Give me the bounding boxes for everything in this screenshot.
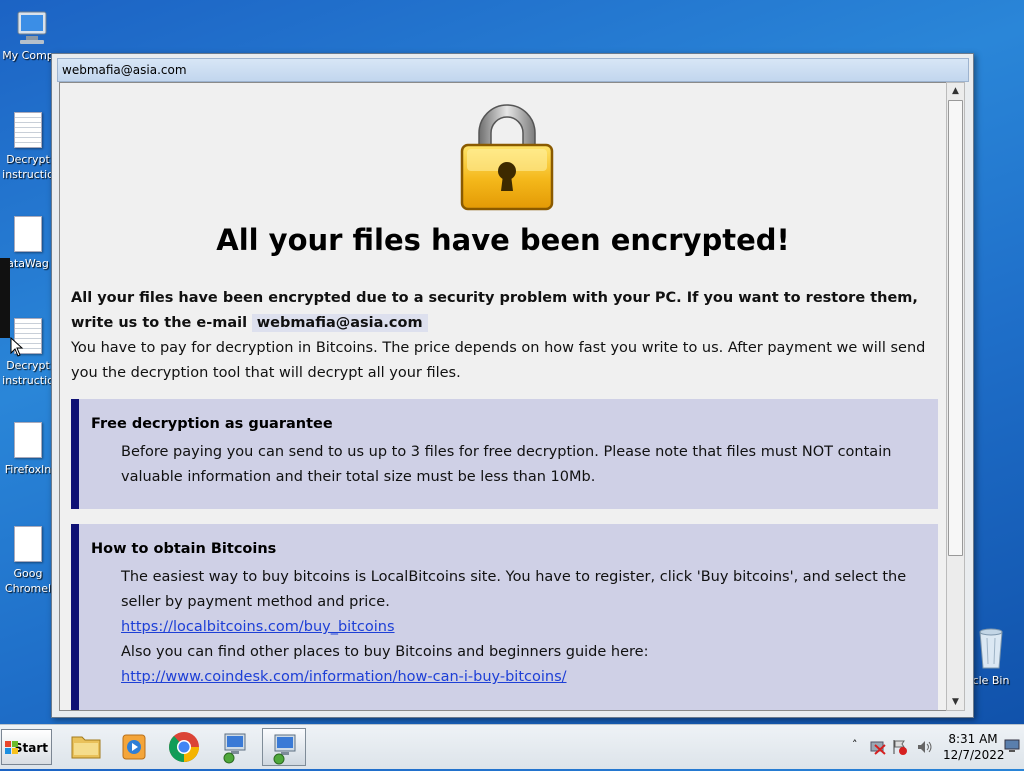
intro-payment-text: You have to pay for decryption in Bitcoi… (71, 340, 926, 381)
desktop-icon-firefox[interactable]: Firefoxln (0, 422, 56, 477)
mouse-cursor-icon (10, 337, 24, 357)
vertical-scrollbar[interactable]: ▲ ▼ (946, 82, 965, 711)
desktop-icon-my-computer[interactable]: My Comp (0, 8, 56, 63)
show-hidden-icons-chevron-icon[interactable]: ˄ (852, 738, 858, 751)
box-body: The easiest way to buy bitcoins is Local… (121, 565, 921, 690)
clock-date: 12/7/2022 (943, 748, 1005, 762)
coindesk-link[interactable]: http://www.coindesk.com/information/how-… (121, 669, 567, 685)
desktop-icon-decrypt-instructions-2[interactable]: Decrypt instructio (0, 318, 56, 388)
recycle-bin-icon (979, 628, 1003, 669)
taskbar-app-1[interactable] (213, 728, 257, 766)
folder-icon (71, 736, 101, 759)
text-document-icon (14, 112, 42, 148)
localbitcoins-link[interactable]: https://localbitcoins.com/buy_bitcoins (121, 619, 395, 635)
intro-bold-text: All your files have been encrypted due t… (71, 290, 918, 331)
intro-paragraph: All your files have been encrypted due t… (71, 286, 933, 386)
scroll-down-arrow-icon[interactable]: ▼ (947, 694, 964, 710)
box-body: Before paying you can send to us up to 3… (121, 444, 892, 485)
media-player-icon (122, 734, 146, 760)
volume-speaker-icon[interactable] (916, 739, 934, 755)
taskbar-explorer[interactable] (64, 728, 108, 766)
ransom-note-content: All your files have been encrypted! All … (59, 82, 947, 711)
network-computer-icon (223, 733, 246, 764)
blank-file-icon (14, 216, 42, 252)
desktop-icon-label: Chromel (4, 582, 52, 595)
box-title: Free decryption as guarantee (91, 416, 333, 432)
desktop-icon-label: My Comp (2, 49, 54, 62)
system-clock[interactable]: 8:31 AM 12/7/2022 (943, 731, 1005, 763)
ransom-note-window: webmafia@asia.com All your files have be… (51, 53, 974, 718)
desktop-icon-label: Decrypt (6, 153, 50, 166)
desktop-icon-label: Decrypt (6, 359, 50, 372)
bitcoin-instructions-text: The easiest way to buy bitcoins is Local… (121, 569, 907, 610)
padlock-icon (459, 97, 555, 213)
desktop-icon-label: instructio (2, 374, 54, 387)
box-title: How to obtain Bitcoins (91, 541, 277, 557)
windows-flag-icon (5, 741, 18, 754)
window-title: webmafia@asia.com (62, 63, 187, 77)
scrollbar-thumb[interactable] (948, 100, 963, 556)
start-label: Start (13, 741, 48, 755)
desktop-icon-google-chrome[interactable]: Goog Chromel (0, 526, 56, 596)
action-center-flag-icon[interactable] (892, 739, 908, 755)
contact-email: webmafia@asia.com (251, 314, 428, 332)
scroll-up-arrow-icon[interactable]: ▲ (947, 83, 964, 99)
desktop-icon-label: instructio (2, 168, 54, 181)
obtain-bitcoins-box: How to obtain Bitcoins The easiest way t… (71, 524, 938, 710)
taskbar-chrome[interactable] (162, 728, 206, 766)
system-tray: ˄ 8:31 AM 12/7/2022 (848, 725, 1024, 769)
chrome-icon (169, 732, 199, 763)
desktop-icon-decrypt-instructions-1[interactable]: Decrypt instructio (0, 112, 56, 182)
blank-file-icon (14, 422, 42, 458)
window-titlebar[interactable]: webmafia@asia.com (57, 58, 969, 82)
free-decryption-box: Free decryption as guarantee Before payi… (71, 399, 938, 509)
desktop-icon-label: Firefoxln (4, 463, 52, 476)
show-desktop-monitor-icon[interactable] (1004, 739, 1020, 753)
taskbar: Start ˄ 8:31 AM 12/7/2022 (0, 724, 1024, 769)
start-button[interactable]: Start (1, 729, 52, 765)
desktop-icon-label: Goog (13, 567, 43, 580)
blank-file-icon (14, 526, 42, 562)
network-disconnected-icon[interactable] (870, 739, 886, 755)
bitcoin-guide-text: Also you can find other places to buy Bi… (121, 644, 649, 660)
clock-time: 8:31 AM (948, 732, 998, 746)
taskbar-app-2-active[interactable] (262, 728, 306, 766)
network-computer-icon (273, 734, 296, 765)
taskbar-media-player[interactable] (113, 728, 157, 766)
computer-icon (12, 8, 47, 48)
page-title: All your files have been encrypted! (216, 223, 790, 257)
